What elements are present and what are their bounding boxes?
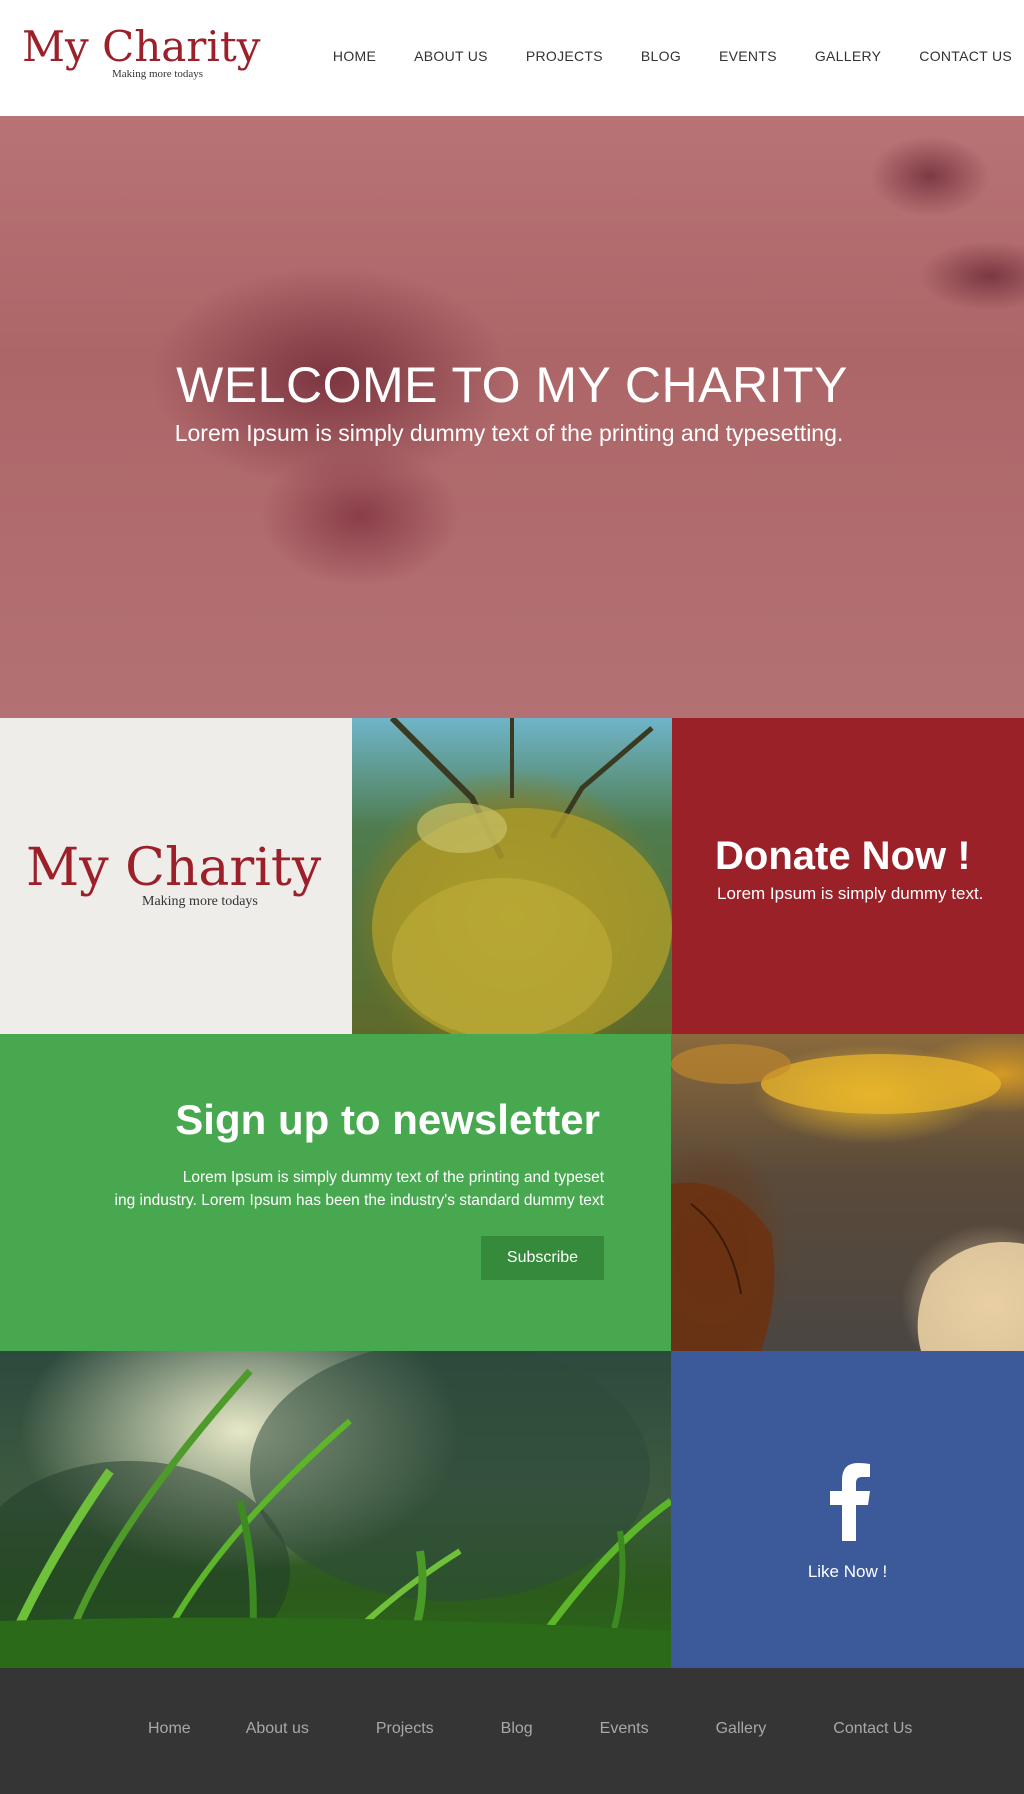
newsletter-text-line-2: ing industry. Lorem Ipsum has been the i… [114, 1192, 604, 1209]
grass-image [0, 1351, 671, 1668]
facebook-icon[interactable] [824, 1461, 874, 1541]
newsletter-text: Lorem Ipsum is simply dummy text of the … [115, 1166, 604, 1212]
nav-gallery[interactable]: GALLERY [815, 48, 881, 64]
moss-tree-image [352, 718, 672, 1034]
newsletter-text-line-1: Lorem Ipsum is simply dummy text of the … [182, 1169, 604, 1186]
facebook-like-label[interactable]: Like Now ! [671, 1562, 1024, 1582]
footer-nav: Home About us Projects Blog Events Galle… [148, 1720, 912, 1738]
logo-tagline: Making more todays [112, 68, 204, 80]
footer-nav-projects[interactable]: Projects [376, 1720, 434, 1738]
nav-projects[interactable]: PROJECTS [526, 48, 603, 64]
grass-blades-graphic [0, 1351, 671, 1668]
logo-panel: My Charity Making more todays [0, 718, 352, 1034]
main-nav: HOME ABOUT US PROJECTS BLOG EVENTS GALLE… [295, 48, 1012, 64]
logo-large-tagline: Making more todays [142, 894, 258, 909]
nav-blog[interactable]: BLOG [641, 48, 681, 64]
donate-panel[interactable]: Donate Now ! Lorem Ipsum is simply dummy… [672, 718, 1024, 1034]
nav-events[interactable]: EVENTS [719, 48, 777, 64]
hero-title: WELCOME TO MY CHARITY [176, 357, 848, 413]
footer-nav-events[interactable]: Events [600, 1720, 649, 1738]
newsletter-panel: Sign up to newsletter Lorem Ipsum is sim… [0, 1034, 671, 1351]
subscribe-button[interactable]: Subscribe [481, 1236, 604, 1280]
nav-contact-us[interactable]: CONTACT US [919, 48, 1012, 64]
site-header: My Charity Making more todays HOME ABOUT… [0, 0, 1024, 116]
newsletter-title: Sign up to newsletter [175, 1096, 600, 1143]
autumn-leaves-image [671, 1034, 1024, 1351]
logo-title: My Charity [22, 22, 261, 71]
donate-subtitle: Lorem Ipsum is simply dummy text. [717, 884, 984, 903]
tree-branches-graphic [372, 718, 672, 1034]
logo-large-title: My Charity [26, 838, 322, 898]
facebook-panel[interactable]: Like Now ! [671, 1351, 1024, 1668]
leaves-graphic [671, 1044, 1024, 1351]
footer-nav-home[interactable]: Home [148, 1720, 191, 1738]
site-footer: Home About us Projects Blog Events Galle… [0, 1668, 1024, 1794]
donate-title[interactable]: Donate Now ! [715, 834, 971, 879]
footer-nav-gallery[interactable]: Gallery [716, 1720, 767, 1738]
footer-nav-about-us[interactable]: About us [246, 1720, 309, 1738]
footer-nav-blog[interactable]: Blog [501, 1720, 533, 1738]
footer-nav-contact-us[interactable]: Contact Us [833, 1720, 912, 1738]
hero-banner: WELCOME TO MY CHARITY Lorem Ipsum is sim… [0, 116, 1024, 718]
nav-about-us[interactable]: ABOUT US [414, 48, 488, 64]
hero-subtitle: Lorem Ipsum is simply dummy text of the … [174, 420, 844, 446]
nav-home[interactable]: HOME [333, 48, 376, 64]
logo-large: My Charity Making more todays [26, 838, 322, 909]
site-logo[interactable]: My Charity Making more todays [22, 22, 261, 86]
